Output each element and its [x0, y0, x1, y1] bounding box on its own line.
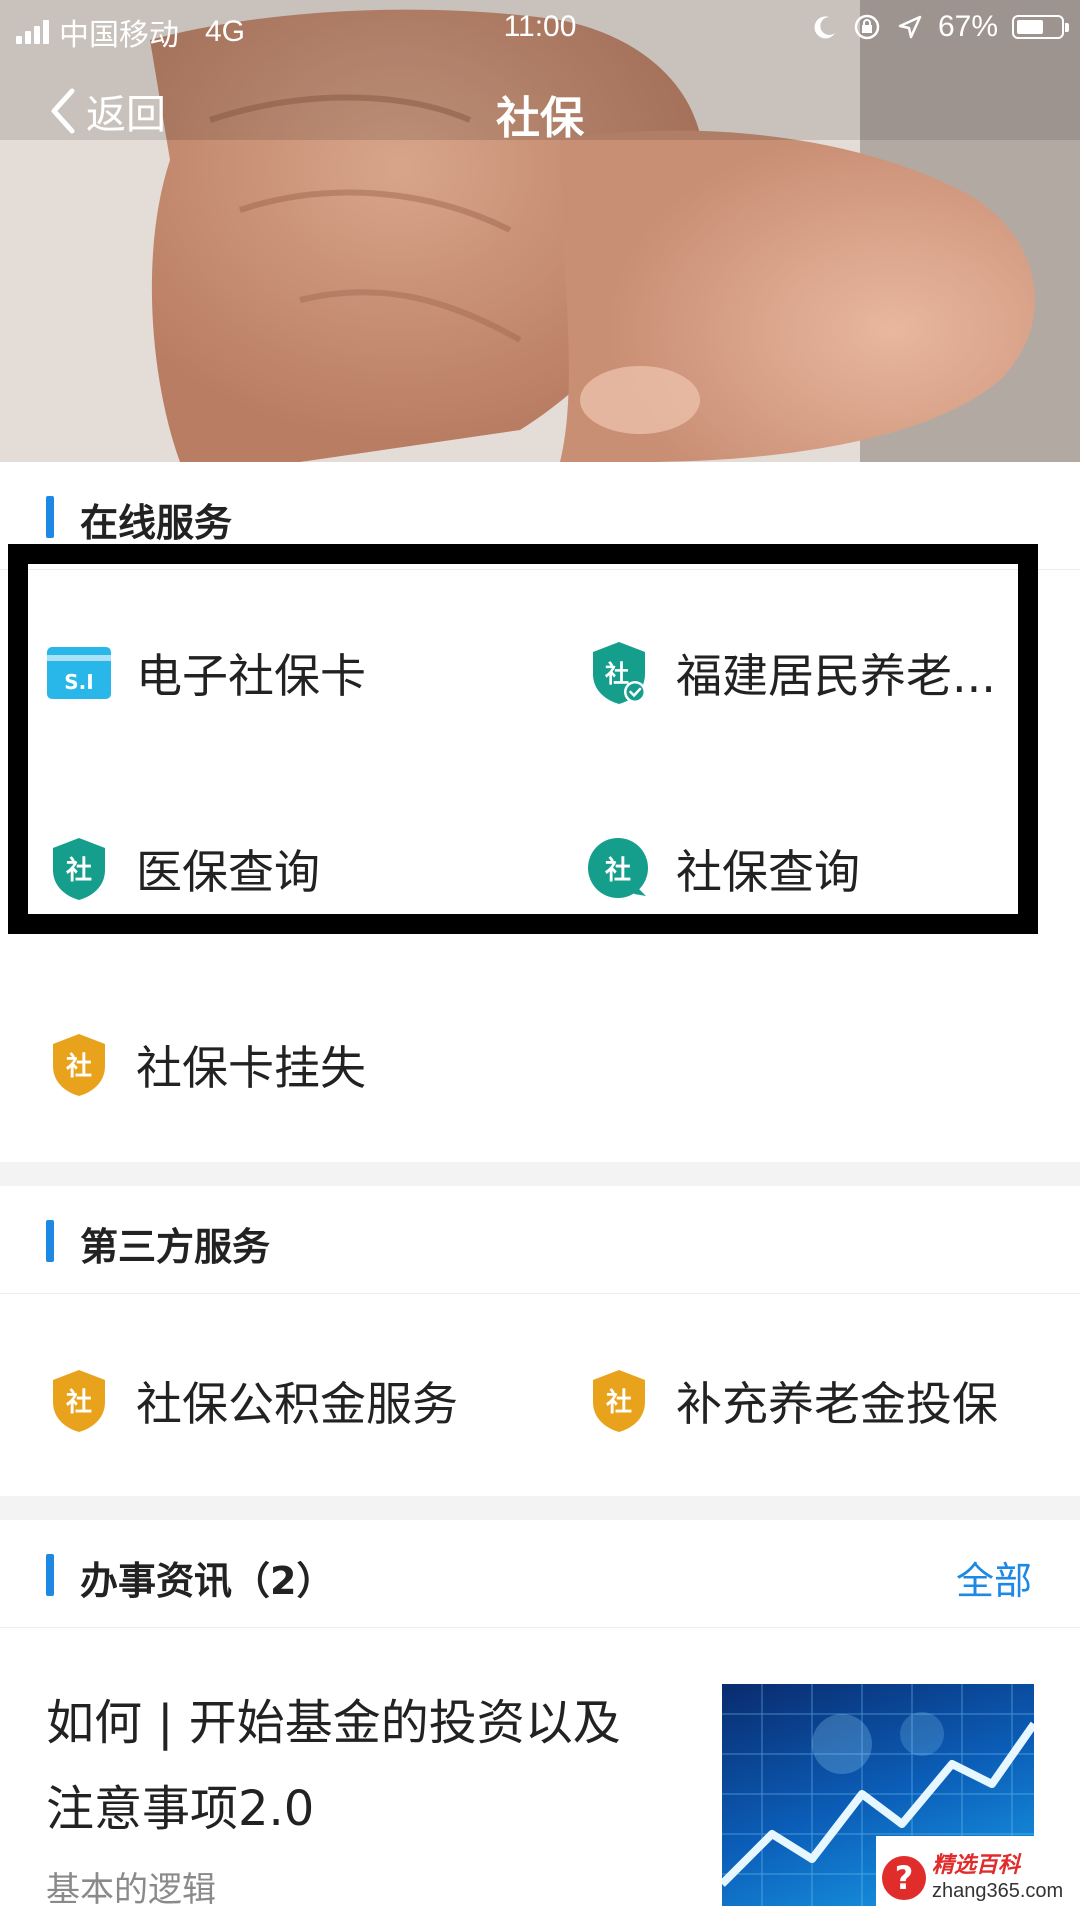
shield-icon: 社: [586, 1368, 652, 1434]
service-item-medical-insurance-query[interactable]: 社 医保查询: [46, 814, 526, 924]
service-item-e-si-card[interactable]: S.I 电子社保卡: [46, 618, 526, 728]
watermark-url: zhang365.com: [932, 1880, 1064, 1902]
hero-banner: 中国移动 4G 11:00 67% 返回 社保: [0, 0, 1080, 462]
accent-bar: [46, 1554, 54, 1596]
service-item-card-loss-report[interactable]: 社 社保卡挂失: [46, 1010, 526, 1120]
section-divider: [0, 1496, 1080, 1520]
hands-photo: [0, 0, 1080, 462]
page-title: 社保: [496, 93, 584, 144]
service-label: 社保卡挂失: [136, 1041, 366, 1095]
service-item-social-security-query[interactable]: 社 社保查询: [586, 814, 1036, 924]
shield-icon: 社: [46, 1368, 112, 1434]
battery-percent: 67%: [937, 10, 998, 43]
moon-icon: [814, 16, 835, 39]
watermark-brand: 精选百科: [932, 1853, 1021, 1878]
svg-text:社: 社: [606, 1387, 632, 1418]
section-header: 在线服务: [0, 462, 1080, 570]
svg-text:S.I: S.I: [64, 670, 93, 694]
service-label: 电子社保卡: [136, 649, 366, 703]
si-card-icon: S.I: [46, 640, 112, 706]
section-header: 办事资讯（2） 全部: [0, 1520, 1080, 1628]
service-item-supplementary-pension[interactable]: 社 补充养老金投保: [586, 1346, 1046, 1456]
svg-text:社: 社: [66, 1387, 92, 1418]
section-divider: [0, 1162, 1080, 1186]
service-label: 医保查询: [136, 845, 320, 899]
watermark-logo: ? 精选百科 zhang365.com: [876, 1836, 1080, 1920]
section-title: 办事资讯（2）: [80, 1559, 335, 1603]
accent-bar: [46, 1220, 54, 1262]
rotation-lock-icon: [854, 14, 880, 40]
view-all-link[interactable]: 全部: [956, 1550, 1032, 1605]
service-label: 补充养老金投保: [676, 1377, 998, 1431]
article-title: 如何 | 开始基金的投资以及注意事项2.0: [46, 1695, 621, 1837]
section-title: 在线服务: [80, 501, 233, 545]
service-label: 社保查询: [676, 845, 860, 899]
service-label: 社保公积金服务: [136, 1377, 458, 1431]
shield-check-icon: 社: [586, 640, 652, 706]
svg-text:社: 社: [605, 660, 629, 688]
svg-text:社: 社: [605, 855, 631, 886]
service-item-provident-fund[interactable]: 社 社保公积金服务: [46, 1346, 546, 1456]
article-subtitle: 基本的逻辑: [46, 1870, 216, 1910]
section-title: 第三方服务: [80, 1225, 271, 1269]
shield-icon: 社: [46, 1032, 112, 1098]
service-label: 福建居民养老...: [676, 649, 996, 703]
shield-icon: 社: [46, 836, 112, 902]
location-icon: [898, 15, 922, 39]
service-item-fujian-pension[interactable]: 社 福建居民养老...: [586, 618, 1036, 728]
status-bar: 中国移动 4G 11:00 67%: [0, 0, 1080, 54]
svg-text:社: 社: [66, 855, 92, 886]
search-badge-icon: 社: [586, 836, 652, 902]
svg-text:社: 社: [66, 1051, 92, 1082]
battery-icon: [1012, 15, 1069, 39]
accent-bar: [46, 496, 54, 538]
question-icon: ?: [882, 1856, 926, 1900]
section-header: 第三方服务: [0, 1186, 1080, 1294]
